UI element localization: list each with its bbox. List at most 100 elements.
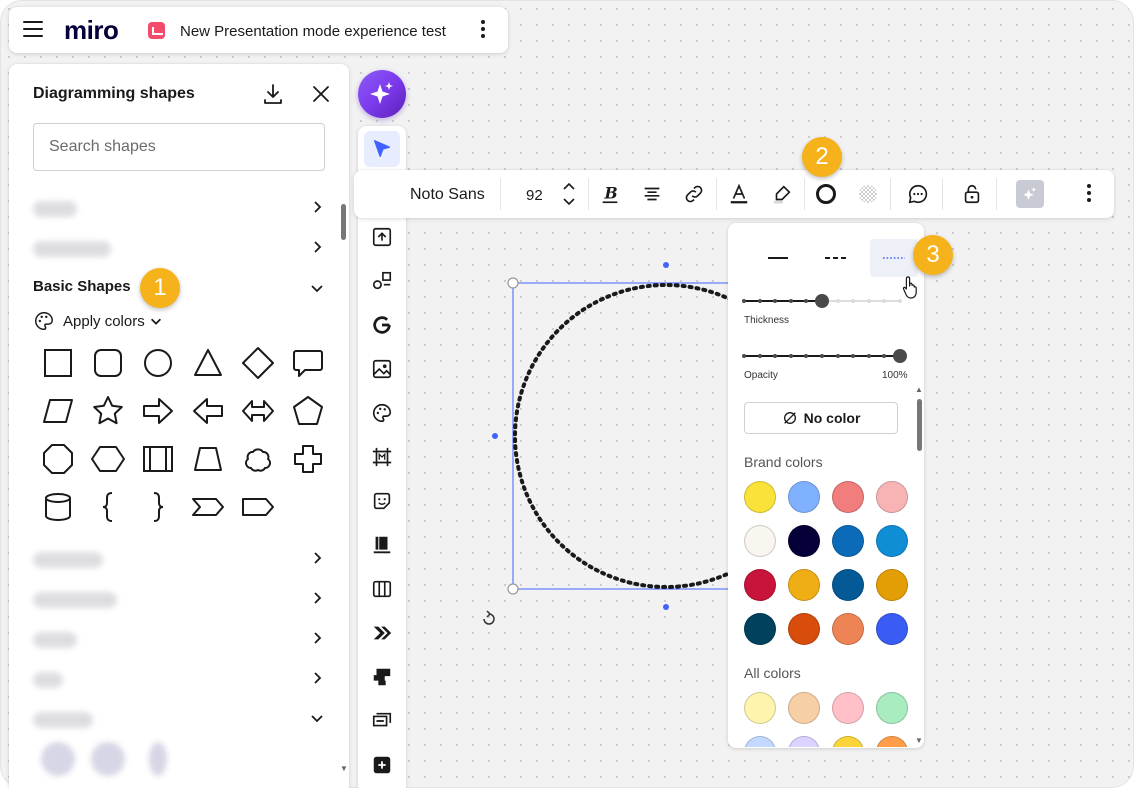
rounded-rectangle-icon[interactable] [91,346,125,380]
menu-icon[interactable] [23,21,43,39]
chevron-right-icon[interactable] [309,630,325,646]
cloud-icon[interactable] [241,442,275,476]
chevron-right-icon[interactable] [309,550,325,566]
font-family-select[interactable]: Noto Sans [410,186,485,204]
ai-assist-button[interactable] [1016,180,1044,208]
divider [716,178,717,210]
bold-icon[interactable]: B [598,182,622,206]
chevron-right-icon[interactable] [309,670,325,686]
chevron-shape-icon[interactable] [191,490,225,524]
scroll-down-icon[interactable]: ▼ [340,764,348,773]
hexagon-icon[interactable] [91,442,125,476]
predefined-process-icon[interactable] [141,442,175,476]
all-color-swatch[interactable] [788,736,820,747]
ai-sparkle-button[interactable] [358,70,406,118]
color-palette-tool[interactable] [364,395,400,431]
pentagon-icon[interactable] [291,394,325,428]
popover-scrollbar[interactable] [917,399,922,451]
align-center-icon[interactable] [640,182,664,206]
panel-scrollbar[interactable] [341,204,346,240]
highlight-icon[interactable] [770,182,794,206]
chevron-right-icon[interactable] [309,590,325,606]
all-color-swatch[interactable] [744,692,776,724]
shapes-panel: Diagramming shapes Basic Shapes Apply co… [9,64,349,788]
cursor-arrow-icon [373,140,391,158]
trapezoid-icon[interactable] [191,442,225,476]
select-tool[interactable] [364,131,400,167]
scroll-up-icon[interactable]: ▲ [915,385,923,394]
chevron-right-icon[interactable] [309,239,325,255]
right-arrow-icon[interactable] [141,394,175,428]
pentagon-label-icon[interactable] [241,490,275,524]
left-arrow-icon[interactable] [191,394,225,428]
cylinder-icon[interactable] [41,490,75,524]
rectangle-icon[interactable] [41,346,75,380]
image-tool[interactable] [364,351,400,387]
divider [890,178,891,210]
triangle-icon[interactable] [191,346,225,380]
google-tool[interactable] [364,307,400,343]
section-basic-shapes[interactable]: Basic Shapes [33,278,131,295]
more-tools-button[interactable] [364,747,400,783]
category-blurred[interactable] [33,592,117,608]
blurred-shape [149,742,167,776]
jira-icon [373,668,391,686]
all-color-swatch[interactable] [788,692,820,724]
close-icon[interactable] [309,82,333,106]
jira-tool[interactable] [364,659,400,695]
kanban-tool[interactable] [364,571,400,607]
all-color-swatch[interactable] [876,736,908,747]
all-color-swatch[interactable] [832,736,864,747]
sticker-tool[interactable] [364,483,400,519]
font-size-input[interactable]: 92 [526,187,543,204]
all-color-swatch[interactable] [876,692,908,724]
comment-icon[interactable] [906,182,930,206]
link-icon[interactable] [682,182,706,206]
more-options-icon[interactable] [1086,184,1092,204]
left-right-arrow-icon[interactable] [241,394,275,428]
frame-tool[interactable] [364,439,400,475]
board-title[interactable]: New Presentation mode experience test [180,23,446,40]
text-color-icon[interactable] [727,182,751,206]
circle-icon[interactable] [141,346,175,380]
lock-icon[interactable] [960,182,984,206]
chevron-down-icon[interactable] [309,280,325,296]
category-blurred[interactable] [33,672,63,688]
border-color-icon[interactable] [814,182,838,206]
top-bar: miro New Presentation mode experience te… [9,7,508,53]
font-size-stepper-icon[interactable] [562,180,576,208]
scroll-down-icon[interactable]: ▼ [915,736,923,745]
selected-circle-shape[interactable] [470,250,732,640]
apply-colors-button[interactable]: Apply colors [33,310,163,332]
shapes-tool[interactable] [364,263,400,299]
star-icon[interactable] [91,394,125,428]
category-blurred[interactable] [33,201,77,217]
speech-bubble-icon[interactable] [291,346,325,380]
divider [588,178,589,210]
integration-tool[interactable] [364,615,400,651]
cross-icon[interactable] [291,442,325,476]
chevron-down-icon[interactable] [309,710,325,726]
category-blurred[interactable] [33,241,111,257]
frame-icon [372,447,392,467]
parallelogram-icon[interactable] [41,394,75,428]
cards-tool[interactable] [364,703,400,739]
fill-color-icon[interactable] [856,182,880,206]
all-color-swatch[interactable] [744,736,776,747]
board-more-icon[interactable] [479,20,487,40]
upload-icon [372,227,392,247]
category-blurred[interactable] [33,712,93,728]
left-brace-icon[interactable] [91,490,125,524]
octagon-icon[interactable] [41,442,75,476]
rhombus-icon[interactable] [241,346,275,380]
download-icon[interactable] [261,82,285,106]
chevron-right-icon[interactable] [309,199,325,215]
all-color-swatch[interactable] [832,692,864,724]
callout-badge-2: 2 [802,137,842,177]
search-input[interactable] [33,123,325,171]
library-tool[interactable] [364,527,400,563]
category-blurred[interactable] [33,552,103,568]
right-brace-icon[interactable] [141,490,175,524]
upload-tool[interactable] [364,219,400,255]
category-blurred[interactable] [33,632,77,648]
